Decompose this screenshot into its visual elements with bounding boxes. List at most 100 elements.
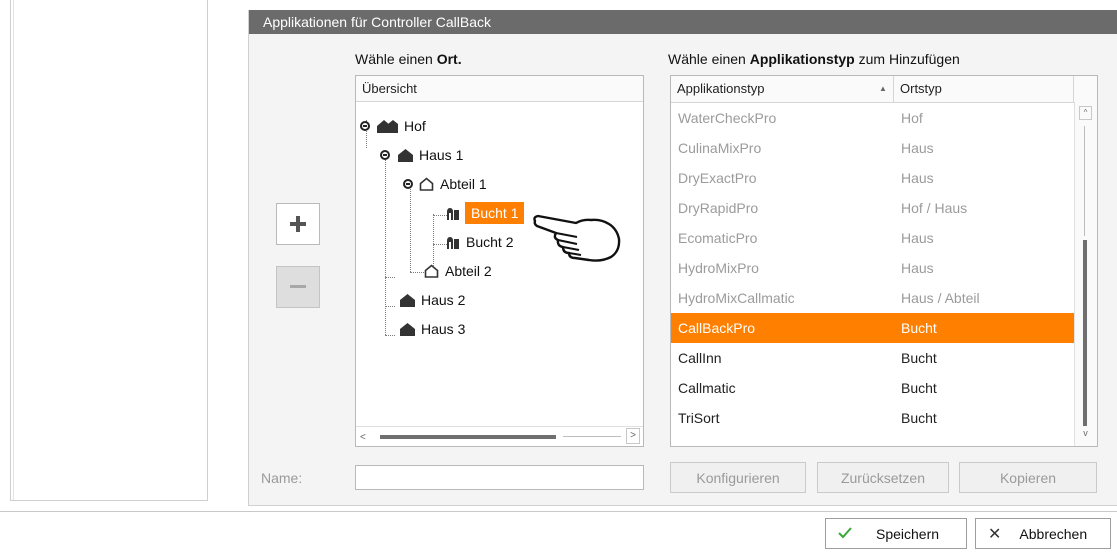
cell-apptype: HydroMixCallmatic: [678, 290, 795, 306]
scroll-right-icon[interactable]: >: [626, 428, 640, 444]
name-input[interactable]: [355, 465, 644, 490]
cell-ortstyp: Haus: [901, 140, 934, 156]
tree-node-label: Haus 2: [421, 292, 466, 308]
table-row[interactable]: Callmatic Bucht: [671, 373, 1074, 403]
tree-node-haus-1[interactable]: Haus 1: [380, 144, 463, 166]
save-label: Speichern: [876, 525, 940, 542]
cell-apptype: CallBackPro: [678, 320, 756, 336]
table-row[interactable]: DryRapidPro Hof / Haus: [671, 193, 1074, 223]
collapse-toggle-icon[interactable]: [403, 179, 413, 189]
cell-apptype: DryRapidPro: [678, 200, 759, 216]
configure-button[interactable]: Konfigurieren: [670, 462, 806, 493]
table-row[interactable]: CulinaMixPro Haus: [671, 133, 1074, 163]
column-label: Applikationstyp: [677, 81, 765, 96]
tree-header: Übersicht: [356, 76, 643, 102]
pen-icon: [446, 236, 460, 249]
tree-node-label: Abteil 1: [440, 176, 487, 192]
tree-node-haus-2[interactable]: Haus 2: [400, 289, 465, 311]
sort-ascending-icon: ▲: [879, 84, 887, 93]
compartment-icon: [424, 264, 439, 278]
tree-node-label: Bucht 1: [465, 202, 525, 224]
cell-ortstyp: Haus: [901, 170, 934, 186]
scroll-track: [1084, 126, 1085, 236]
farm-icon: [376, 119, 398, 133]
cell-apptype: EcomaticPro: [678, 230, 758, 246]
cell-ortstyp: Haus: [901, 230, 934, 246]
footer-divider: [0, 511, 1117, 512]
minus-icon: [289, 272, 307, 302]
cell-apptype: Callmatic: [678, 380, 736, 396]
cell-apptype: CallInn: [678, 350, 722, 366]
cancel-label: Abbrechen: [1019, 525, 1088, 542]
tree-horizontal-scrollbar[interactable]: < >: [356, 426, 643, 446]
scroll-left-icon[interactable]: <: [360, 432, 366, 443]
tree-node-abteil-1[interactable]: Abteil 1: [403, 173, 487, 195]
scroll-up-icon[interactable]: ^: [1079, 106, 1092, 120]
table-row[interactable]: EcomaticPro Haus: [671, 223, 1074, 253]
collapse-toggle-icon[interactable]: [360, 121, 370, 131]
cell-apptype: HydroMixPro: [678, 260, 759, 276]
location-prompt-bold: Ort.: [436, 51, 462, 67]
collapse-toggle-icon[interactable]: [380, 150, 390, 160]
cell-ortstyp: Haus / Abteil: [901, 290, 980, 306]
cell-apptype: TriSort: [678, 410, 720, 426]
copy-button[interactable]: Kopieren: [959, 462, 1097, 493]
table-row[interactable]: CallInn Bucht: [671, 343, 1074, 373]
apptype-table[interactable]: Applikationstyp ▲ Ortstyp WaterCheckPro H…: [670, 75, 1098, 447]
table-row[interactable]: WaterCheckPro Hof: [671, 103, 1074, 133]
pen-icon: [446, 207, 460, 220]
close-icon: ✕: [988, 525, 1002, 543]
location-tree[interactable]: Übersicht Hof Haus 1 Abteil 1 Bucht 1 Bu…: [355, 75, 644, 447]
tree-node-haus-3[interactable]: Haus 3: [400, 318, 465, 340]
location-prompt-text: Wähle einen: [355, 51, 437, 67]
table-row[interactable]: CallBackPro Bucht: [671, 313, 1074, 343]
tree-node-hof[interactable]: Hof: [360, 115, 426, 137]
scroll-track: [563, 436, 621, 437]
cell-apptype: DryExactPro: [678, 170, 757, 186]
name-label: Name:: [261, 470, 303, 486]
plus-icon: [289, 209, 307, 239]
group-header: Applikationen für Controller CallBack: [249, 10, 1117, 34]
cell-ortstyp: Bucht: [901, 320, 937, 336]
table-row[interactable]: TriSort Bucht: [671, 403, 1074, 433]
location-prompt: Wähle einen Ort.: [355, 51, 462, 67]
cell-ortstyp: Hof: [901, 110, 923, 126]
cell-ortstyp: Bucht: [901, 350, 937, 366]
scroll-thumb[interactable]: [1083, 240, 1087, 426]
left-pane: [10, 0, 208, 501]
tree-node-bucht-1[interactable]: Bucht 1: [446, 202, 525, 224]
apptype-prompt-bold: Applikationstyp: [749, 51, 855, 67]
apptype-prompt: Wähle einen Applikationstyp zum Hinzufüg…: [668, 51, 960, 67]
check-icon: [838, 526, 852, 542]
tree-node-label: Abteil 2: [445, 263, 492, 279]
pointing-hand-icon: [531, 211, 623, 266]
house-icon: [398, 148, 413, 162]
apptype-prompt-text: Wähle einen: [668, 51, 750, 67]
tree-node-label: Haus 3: [421, 321, 466, 337]
table-row[interactable]: HydroMixCallmatic Haus / Abteil: [671, 283, 1074, 313]
cancel-button[interactable]: ✕ Abbrechen: [975, 518, 1111, 549]
tree-node-bucht-2[interactable]: Bucht 2: [446, 231, 513, 253]
cell-apptype: CulinaMixPro: [678, 140, 762, 156]
scroll-down-icon[interactable]: v: [1079, 428, 1092, 442]
add-button[interactable]: [276, 203, 320, 245]
apptype-prompt-suffix: zum Hinzufügen: [854, 51, 960, 67]
cell-ortstyp: Hof / Haus: [901, 200, 968, 216]
house-icon: [400, 293, 415, 307]
cell-ortstyp: Bucht: [901, 380, 937, 396]
column-header-ortstyp[interactable]: Ortstyp: [894, 76, 1074, 102]
house-icon: [400, 322, 415, 336]
save-button[interactable]: Speichern: [825, 518, 967, 549]
tree-node-label: Haus 1: [419, 147, 464, 163]
remove-button[interactable]: [276, 266, 320, 308]
tree-node-abteil-2[interactable]: Abteil 2: [424, 260, 492, 282]
reset-button[interactable]: Zurücksetzen: [817, 462, 949, 493]
table-row[interactable]: DryExactPro Haus: [671, 163, 1074, 193]
applications-group: Applikationen für Controller CallBack Wä…: [248, 10, 1117, 506]
cell-ortstyp: Haus: [901, 260, 934, 276]
table-row[interactable]: HydroMixPro Haus: [671, 253, 1074, 283]
cell-ortstyp: Bucht: [901, 410, 937, 426]
scroll-thumb[interactable]: [380, 435, 556, 439]
table-vertical-scrollbar[interactable]: ^ v: [1074, 102, 1097, 446]
column-header-apptype[interactable]: Applikationstyp ▲: [671, 76, 894, 102]
